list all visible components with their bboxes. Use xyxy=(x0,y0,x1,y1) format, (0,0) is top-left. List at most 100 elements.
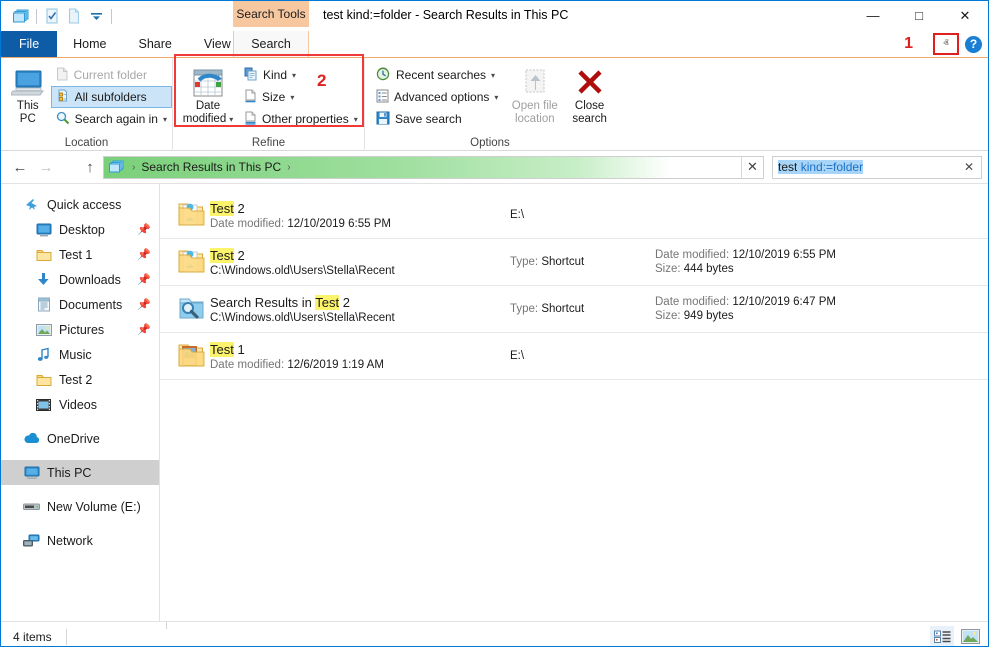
tab-home[interactable]: Home xyxy=(57,31,122,57)
sidebar-item-onedrive[interactable]: OneDrive xyxy=(1,426,159,451)
save-search-button[interactable]: Save search xyxy=(371,108,503,130)
advanced-options-label: Advanced options xyxy=(394,90,489,104)
search-value-term: test xyxy=(778,160,797,174)
chevron-down-icon: ▾ xyxy=(354,115,358,124)
recent-searches-button[interactable]: Recent searches ▾ xyxy=(371,64,503,86)
sidebar-gap xyxy=(1,417,159,426)
table-row[interactable]: Search Results in Test 2 C:\Windows.old\… xyxy=(160,286,988,333)
chevron-down-icon: ▾ xyxy=(229,113,233,126)
pin-star-icon xyxy=(23,197,40,212)
file-meta-size-label: Size: xyxy=(655,310,681,322)
sidebar-item-videos[interactable]: Videos xyxy=(1,392,159,417)
date-modified-button[interactable]: Date modified ▾ xyxy=(177,62,239,132)
search-input[interactable]: test kind:=folder ✕ xyxy=(772,156,982,179)
properties-icon[interactable] xyxy=(41,5,63,27)
breadcrumb-search-results[interactable]: Search Results in This PC xyxy=(139,160,283,174)
ribbon: This PC Current folder xyxy=(1,57,988,151)
all-subfolders-button[interactable]: All subfolders xyxy=(51,86,172,108)
ribbon-group-label-location: Location xyxy=(1,134,172,151)
ribbon-group-options: Recent searches ▾ xyxy=(365,58,615,151)
sidebar-item-music[interactable]: Music xyxy=(1,342,159,367)
close-button[interactable]: ✕ xyxy=(942,1,988,30)
file-type-value: Shortcut xyxy=(541,303,584,315)
pin-icon[interactable]: 📌 xyxy=(137,223,151,236)
open-file-location-button[interactable]: Open file location xyxy=(509,62,560,132)
ribbon-group-location: This PC Current folder xyxy=(1,58,173,151)
customize-qat-caret[interactable] xyxy=(85,5,107,27)
this-pc-button[interactable]: This PC xyxy=(5,62,51,132)
clear-search-button[interactable]: ✕ xyxy=(959,160,979,174)
sidebar-item-network[interactable]: Network xyxy=(1,528,159,553)
pictures-icon xyxy=(35,323,52,337)
pictures-folder-icon xyxy=(172,342,210,370)
folder-icon xyxy=(35,248,52,262)
maximize-button[interactable]: □ xyxy=(896,1,942,30)
up-button[interactable]: ↑ xyxy=(77,154,103,180)
sidebar-item-test-1[interactable]: Test 1 📌 xyxy=(1,242,159,267)
file-type-label: Type: xyxy=(510,303,538,315)
size-button[interactable]: Size ▾ xyxy=(239,86,363,108)
other-properties-button[interactable]: Other properties ▾ xyxy=(239,108,363,130)
new-folder-icon[interactable] xyxy=(63,5,85,27)
close-search-button[interactable]: Close search xyxy=(564,62,615,132)
pin-icon[interactable]: 📌 xyxy=(137,323,151,336)
file-type-label: Type: xyxy=(510,256,538,268)
file-path-cell: E:\ xyxy=(510,350,655,362)
table-row[interactable]: Test 1 Date modified: 12/6/2019 1:19 AM … xyxy=(160,333,988,380)
explorer-icon[interactable] xyxy=(10,5,32,27)
sidebar-item-this-pc[interactable]: This PC xyxy=(1,460,159,485)
file-name-prefix: Search Results in xyxy=(210,295,315,310)
other-properties-label: Other properties xyxy=(262,112,349,126)
status-bar: 4 items xyxy=(1,621,988,647)
sidebar-item-downloads[interactable]: Downloads 📌 xyxy=(1,267,159,292)
breadcrumb-separator[interactable]: › xyxy=(128,162,139,173)
tab-share[interactable]: Share xyxy=(123,31,188,57)
breadcrumb-separator-end[interactable]: › xyxy=(283,162,294,173)
search-value-filter: kind:=folder xyxy=(801,160,863,174)
sidebar-item-label: Quick access xyxy=(47,198,121,212)
address-bar[interactable]: › Search Results in This PC › ⱟ ✕ xyxy=(103,156,764,179)
sidebar-item-quick-access[interactable]: Quick access xyxy=(1,192,159,217)
table-row[interactable]: Test 2 Date modified: 12/10/2019 6:55 PM… xyxy=(160,192,988,239)
advanced-options-button[interactable]: Advanced options ▾ xyxy=(371,86,503,108)
search-again-in-button[interactable]: Search again in ▾ xyxy=(51,108,172,130)
collapse-ribbon-button[interactable]: ⱏ xyxy=(933,33,959,55)
search-again-in-label: Search again in xyxy=(75,112,158,126)
forward-button[interactable]: → xyxy=(33,154,59,180)
file-sub-label: Date modified: xyxy=(210,218,284,230)
chevron-down-icon: ▾ xyxy=(163,115,167,124)
this-pc-icon xyxy=(11,66,45,100)
current-folder-button[interactable]: Current folder xyxy=(51,64,172,86)
back-button[interactable]: ← xyxy=(7,154,33,180)
details-view-icon[interactable] xyxy=(930,626,954,647)
file-meta-size: Size: 444 bytes xyxy=(655,263,836,275)
table-row[interactable]: Test 2 C:\Windows.old\Users\Stella\Recen… xyxy=(160,239,988,286)
sidebar-item-desktop[interactable]: Desktop 📌 xyxy=(1,217,159,242)
this-pc-button-label-1: This xyxy=(17,100,39,113)
kind-button[interactable]: Kind ▾ xyxy=(239,64,363,86)
sidebar-item-new-volume-e[interactable]: New Volume (E:) xyxy=(1,494,159,519)
this-pc-icon xyxy=(23,466,40,480)
stop-button[interactable]: ✕ xyxy=(741,157,763,178)
minimize-button[interactable]: — xyxy=(850,1,896,30)
sidebar-item-pictures[interactable]: Pictures 📌 xyxy=(1,317,159,342)
help-icon[interactable]: ? xyxy=(965,36,982,53)
annotation-1: 1 xyxy=(904,35,913,53)
sidebar-item-test-2[interactable]: Test 2 xyxy=(1,367,159,392)
open-location-icon xyxy=(520,66,550,100)
pin-icon[interactable]: 📌 xyxy=(137,273,151,286)
recent-locations-button[interactable]: ⱟ xyxy=(59,154,77,180)
main-area: Quick access Desktop 📌 xyxy=(1,183,988,621)
sidebar-item-documents[interactable]: Documents 📌 xyxy=(1,292,159,317)
pin-icon[interactable]: 📌 xyxy=(137,298,151,311)
large-icons-view-icon[interactable] xyxy=(958,626,982,647)
search-folder-icon xyxy=(172,295,210,323)
pin-icon[interactable]: 📌 xyxy=(137,248,151,261)
file-subtext: Date modified: 12/6/2019 1:19 AM xyxy=(210,359,510,371)
file-subtext: Date modified: 12/10/2019 6:55 PM xyxy=(210,218,510,230)
search-match-highlight: Test xyxy=(210,342,234,357)
tab-file[interactable]: File xyxy=(1,31,57,57)
address-dropdown-button[interactable]: ⱟ xyxy=(719,157,741,178)
calendar-icon xyxy=(192,66,224,100)
tab-search[interactable]: Search xyxy=(233,31,309,57)
